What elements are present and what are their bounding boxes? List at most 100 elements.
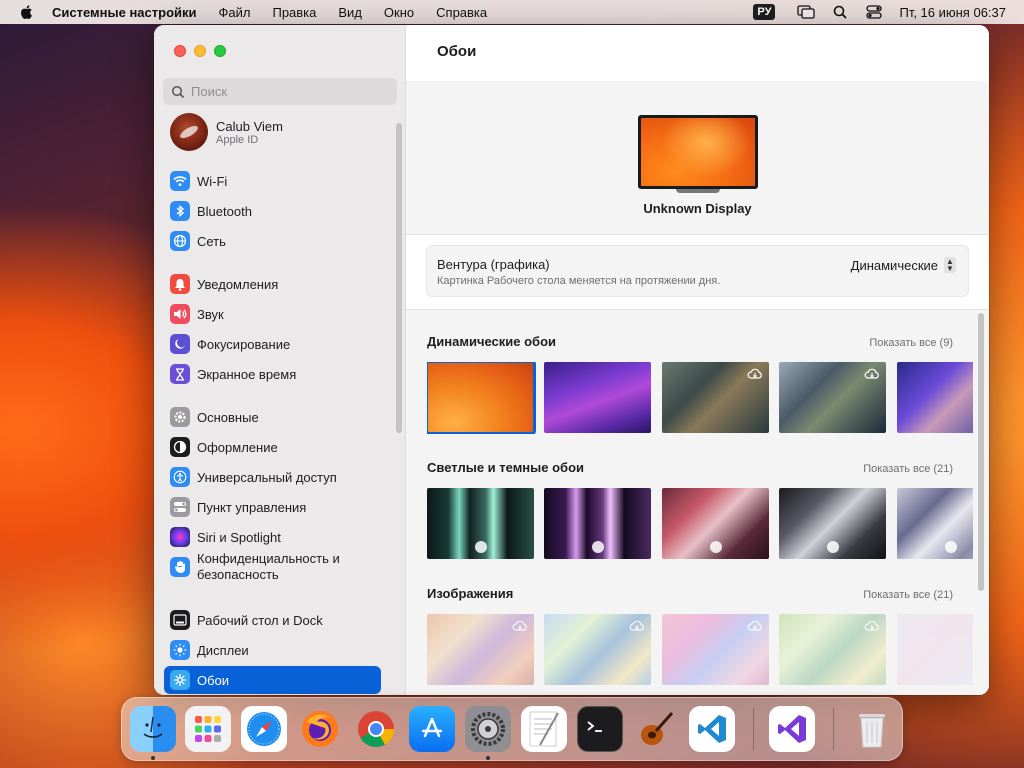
wallpaper-thumb[interactable] bbox=[427, 614, 534, 685]
main-scrollbar[interactable] bbox=[978, 313, 984, 591]
sidebar-item-label-line2: безопасность bbox=[197, 567, 279, 582]
guitar-icon bbox=[641, 712, 674, 745]
search-input[interactable]: Поиск bbox=[163, 78, 397, 105]
chrome-icon bbox=[358, 711, 394, 748]
wallpaper-icon bbox=[170, 670, 190, 690]
wallpaper-thumb[interactable] bbox=[779, 614, 886, 685]
sidebar-item-label: Звук bbox=[197, 306, 224, 322]
sidebar-item-sound[interactable]: Звук bbox=[164, 300, 381, 328]
dock-chrome[interactable] bbox=[353, 706, 399, 752]
sidebar-item-bluetooth[interactable]: Bluetooth bbox=[164, 197, 381, 225]
siri-icon bbox=[170, 527, 190, 547]
menu-bar: Системные настройки Файл Правка Вид Окно… bbox=[0, 0, 1024, 24]
dock-vscode[interactable] bbox=[689, 706, 735, 752]
menu-help[interactable]: Справка bbox=[436, 5, 487, 20]
sidebar-item-label: Основные bbox=[197, 409, 259, 425]
show-all-dynamic-button[interactable]: Показать все (9) bbox=[869, 337, 953, 349]
sidebar-item-appearance[interactable]: Оформление bbox=[164, 433, 381, 461]
sidebar-item-network[interactable]: Сеть bbox=[164, 227, 381, 255]
dock-textedit[interactable] bbox=[521, 706, 567, 752]
trash-icon bbox=[859, 714, 885, 748]
sidebar-item-accessibility[interactable]: Универсальный доступ bbox=[164, 463, 381, 491]
dock-terminal[interactable] bbox=[577, 706, 623, 752]
wallpaper-description: Картинка Рабочего стола меняется на прот… bbox=[437, 275, 721, 287]
sidebar-item-notifications[interactable]: Уведомления bbox=[164, 270, 381, 298]
wallpaper-thumb[interactable] bbox=[662, 614, 769, 685]
control-center-icon[interactable] bbox=[865, 4, 883, 20]
menu-window[interactable]: Окно bbox=[384, 5, 414, 20]
wallpaper-thumb[interactable] bbox=[544, 614, 651, 685]
light-dark-toggle-icon bbox=[592, 541, 604, 553]
sidebar-item-label: Рабочий стол и Dock bbox=[197, 612, 323, 628]
wallpaper-thumb[interactable] bbox=[779, 362, 886, 433]
dock-instruments[interactable] bbox=[633, 706, 679, 752]
wallpaper-thumb[interactable] bbox=[897, 488, 973, 559]
wallpaper-thumb[interactable] bbox=[544, 488, 651, 559]
minimize-button[interactable] bbox=[194, 45, 206, 57]
wallpaper-thumb[interactable] bbox=[897, 362, 973, 433]
light-dark-toggle-icon bbox=[475, 541, 487, 553]
sidebar-item-desktop-dock[interactable]: Рабочий стол и Dock bbox=[164, 606, 381, 634]
menu-view[interactable]: Вид bbox=[338, 5, 362, 20]
wallpaper-thumb[interactable] bbox=[427, 362, 536, 434]
avatar bbox=[170, 113, 208, 151]
page-title: Обои bbox=[437, 43, 477, 60]
apple-id-account[interactable]: Calub Viem Apple ID bbox=[170, 113, 283, 151]
sidebar-item-privacy-security[interactable]: Конфиденциальность и безопасность bbox=[164, 547, 381, 587]
menu-app-name[interactable]: Системные настройки bbox=[52, 5, 197, 20]
sidebar-item-displays[interactable]: Дисплеи bbox=[164, 636, 381, 664]
sidebar-item-control-center[interactable]: Пункт управления bbox=[164, 493, 381, 521]
light-dark-wallpapers-row bbox=[427, 488, 973, 560]
launchpad-icon bbox=[195, 716, 221, 742]
sidebar-item-wifi[interactable]: Wi-Fi bbox=[164, 167, 381, 195]
dock-safari[interactable] bbox=[241, 706, 287, 752]
dock-visual-studio[interactable] bbox=[769, 706, 815, 752]
dock-running-dot bbox=[151, 756, 155, 760]
dock-system-settings[interactable] bbox=[465, 706, 511, 752]
speaker-icon bbox=[170, 304, 190, 324]
textedit-icon bbox=[529, 711, 559, 747]
dock-firefox[interactable] bbox=[297, 706, 343, 752]
sidebar-item-wallpaper[interactable]: Обои bbox=[164, 666, 381, 694]
sidebar-item-screen-time[interactable]: Экранное время bbox=[164, 360, 381, 388]
sidebar-item-label: Siri и Spotlight bbox=[197, 529, 281, 545]
wallpaper-thumb[interactable] bbox=[897, 614, 973, 685]
account-subtitle: Apple ID bbox=[216, 133, 259, 146]
wallpaper-thumb[interactable] bbox=[779, 488, 886, 559]
menu-file[interactable]: Файл bbox=[219, 5, 251, 20]
dock-finder[interactable] bbox=[130, 706, 176, 752]
gear-icon bbox=[170, 407, 190, 427]
sidebar-item-general[interactable]: Основные bbox=[164, 403, 381, 431]
input-language-badge[interactable]: РУ bbox=[753, 4, 776, 20]
menu-edit[interactable]: Правка bbox=[272, 5, 316, 20]
sidebar-item-label: Сеть bbox=[197, 233, 226, 249]
bell-icon bbox=[170, 274, 190, 294]
hand-icon bbox=[170, 557, 190, 577]
sidebar-scrollbar[interactable] bbox=[396, 123, 402, 433]
wallpaper-thumb[interactable] bbox=[662, 362, 769, 433]
monitor-preview[interactable] bbox=[638, 115, 758, 189]
wallpaper-thumb[interactable] bbox=[544, 362, 651, 433]
close-button[interactable] bbox=[174, 45, 186, 57]
light-dark-toggle-icon bbox=[710, 541, 722, 553]
dock-trash[interactable] bbox=[849, 706, 895, 752]
cloud-download-icon bbox=[747, 368, 763, 380]
appearance-icon bbox=[170, 437, 190, 457]
sun-icon bbox=[170, 640, 190, 660]
show-all-pictures-button[interactable]: Показать все (21) bbox=[863, 589, 953, 601]
zoom-button[interactable] bbox=[214, 45, 226, 57]
wallpaper-mode-select[interactable]: Динамические ▲ ▼ bbox=[851, 257, 956, 273]
sidebar-item-focus[interactable]: Фокусирование bbox=[164, 330, 381, 358]
moon-icon bbox=[170, 334, 190, 354]
wallpaper-thumb[interactable] bbox=[427, 488, 534, 559]
section-title-pictures: Изображения bbox=[427, 586, 514, 601]
wallpaper-thumb[interactable] bbox=[662, 488, 769, 559]
show-all-light-dark-button[interactable]: Показать все (21) bbox=[863, 463, 953, 475]
dock-launchpad[interactable] bbox=[185, 706, 231, 752]
dock-app-store[interactable] bbox=[409, 706, 455, 752]
apple-menu-icon[interactable] bbox=[18, 4, 34, 20]
menu-clock[interactable]: Пт, 16 июня 06:37 bbox=[899, 5, 1006, 20]
screen-mirroring-icon[interactable] bbox=[797, 4, 816, 20]
spotlight-search-icon[interactable] bbox=[831, 4, 849, 20]
account-name: Calub Viem bbox=[216, 118, 283, 134]
